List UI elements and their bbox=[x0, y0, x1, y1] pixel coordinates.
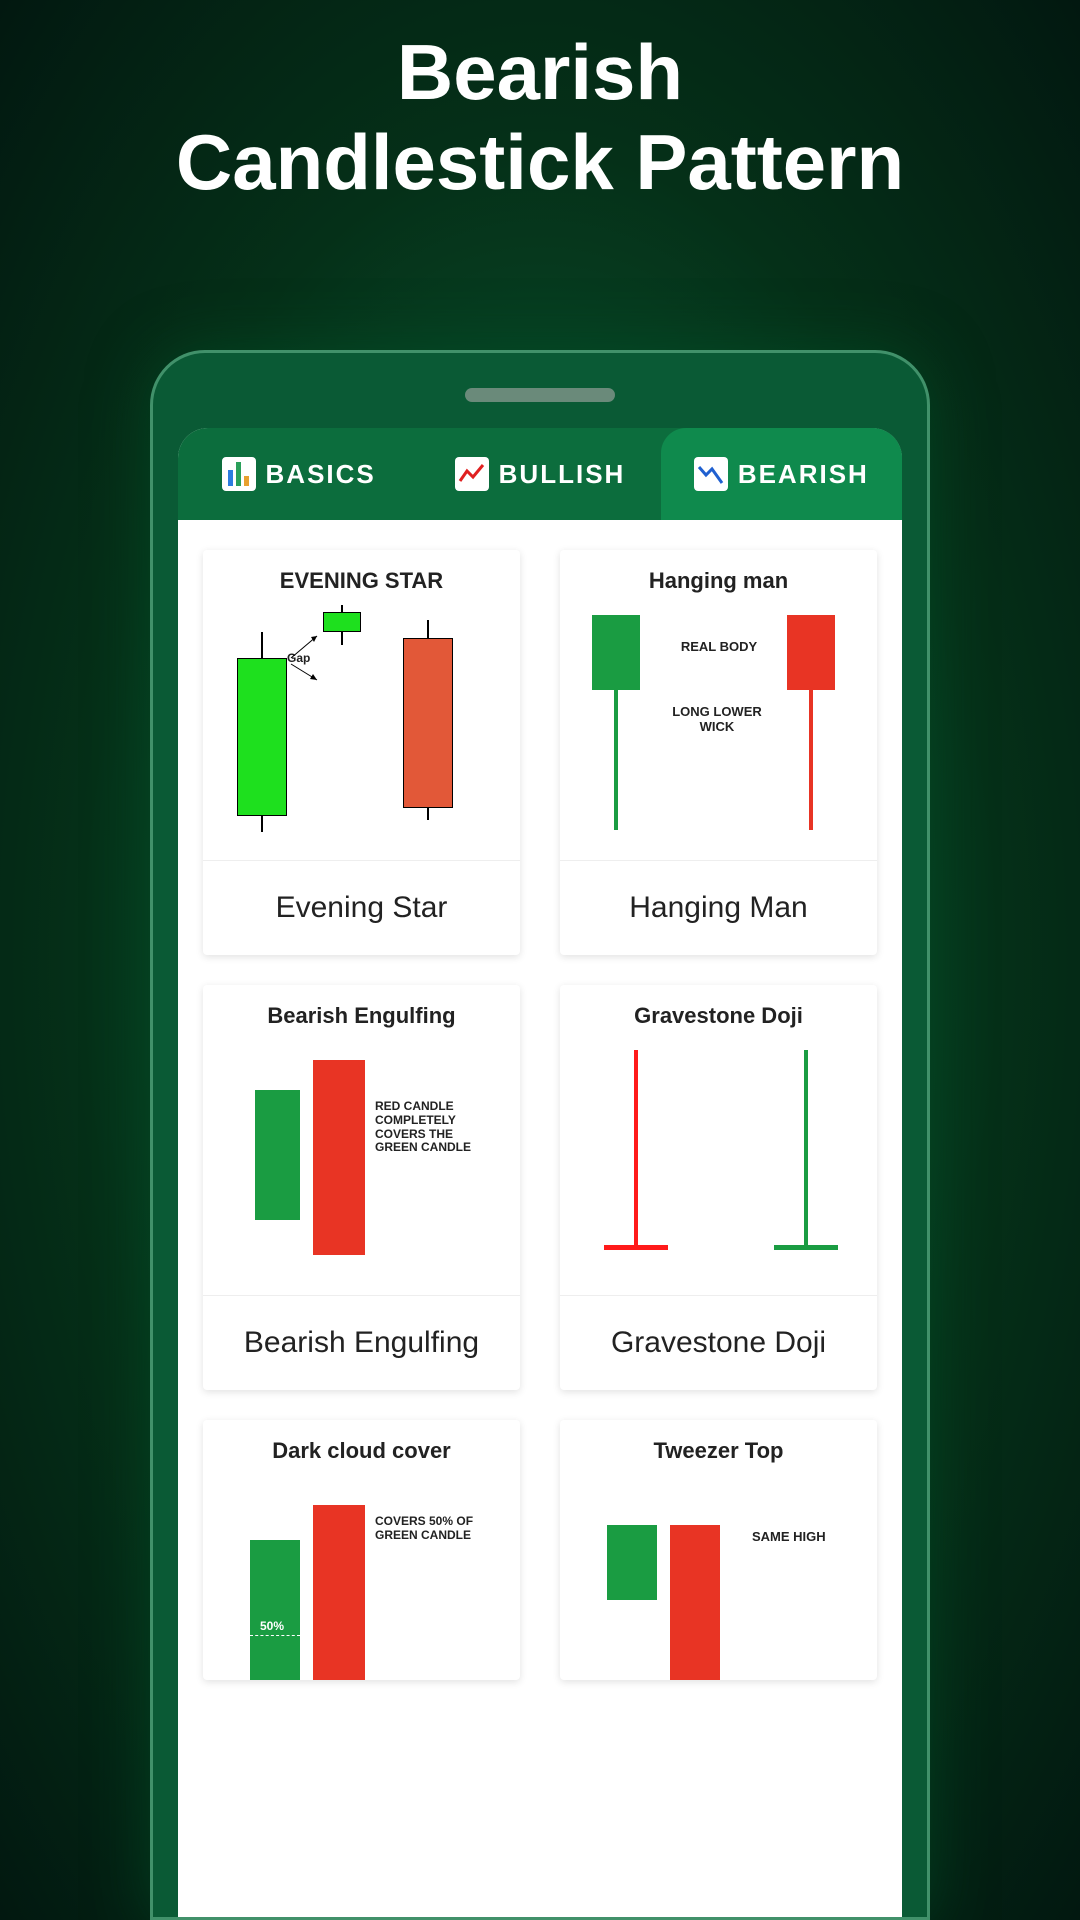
same-high-annotation: SAME HIGH bbox=[752, 1530, 826, 1545]
pattern-name: Evening Star bbox=[203, 860, 520, 955]
page-title-line2: Candlestick Pattern bbox=[176, 118, 904, 206]
pattern-name: Gravestone Doji bbox=[560, 1295, 877, 1390]
bar-chart-icon bbox=[222, 457, 256, 491]
pattern-grid: EVENING STAR Gap Evening Star bbox=[178, 520, 902, 1710]
tab-bullish[interactable]: BULLISH bbox=[419, 428, 660, 520]
diagram-title: Dark cloud cover bbox=[215, 1438, 508, 1464]
pattern-card-gravestone-doji[interactable]: Gravestone Doji Gravestone Doji bbox=[560, 985, 877, 1390]
pattern-diagram: EVENING STAR Gap bbox=[203, 550, 520, 860]
pattern-diagram: Dark cloud cover COVERS 50% OF GREEN CAN… bbox=[203, 1420, 520, 1680]
diagram-title: EVENING STAR bbox=[215, 568, 508, 594]
cover-annotation: COVERS 50% OF GREEN CANDLE bbox=[375, 1515, 490, 1543]
phone-screen: BASICS BULLISH BEARISH EVENING STAR bbox=[178, 428, 902, 1917]
pattern-diagram: Bearish Engulfing RED CANDLE COMPLETELY … bbox=[203, 985, 520, 1295]
pattern-card-tweezer-top[interactable]: Tweezer Top SAME HIGH bbox=[560, 1420, 877, 1680]
diagram-title: Bearish Engulfing bbox=[215, 1003, 508, 1029]
page-title-line1: Bearish bbox=[397, 28, 683, 116]
pct-annotation: 50% bbox=[260, 1620, 284, 1634]
tab-label: BULLISH bbox=[499, 459, 626, 490]
wick-annotation: LONG LOWER WICK bbox=[657, 705, 777, 735]
tab-label: BASICS bbox=[266, 459, 376, 490]
diagram-title: Gravestone Doji bbox=[572, 1003, 865, 1029]
pattern-diagram: Hanging man REAL BODY LONG LOWER WICK bbox=[560, 550, 877, 860]
tab-bearish[interactable]: BEARISH bbox=[661, 428, 902, 520]
pattern-card-bearish-engulfing[interactable]: Bearish Engulfing RED CANDLE COMPLETELY … bbox=[203, 985, 520, 1390]
tab-basics[interactable]: BASICS bbox=[178, 428, 419, 520]
page-title: Bearish Candlestick Pattern bbox=[0, 0, 1080, 207]
pattern-card-evening-star[interactable]: EVENING STAR Gap Evening Star bbox=[203, 550, 520, 955]
line-up-icon bbox=[455, 457, 489, 491]
pattern-diagram: Tweezer Top SAME HIGH bbox=[560, 1420, 877, 1680]
engulfing-annotation: RED CANDLE COMPLETELY COVERS THE GREEN C… bbox=[375, 1100, 485, 1155]
real-body-annotation: REAL BODY bbox=[664, 640, 774, 655]
phone-mockup: BASICS BULLISH BEARISH EVENING STAR bbox=[150, 350, 930, 1920]
phone-speaker bbox=[465, 388, 615, 402]
tab-label: BEARISH bbox=[738, 459, 869, 490]
line-down-icon bbox=[694, 457, 728, 491]
diagram-title: Hanging man bbox=[572, 568, 865, 594]
tab-bar: BASICS BULLISH BEARISH bbox=[178, 428, 902, 520]
pattern-diagram: Gravestone Doji bbox=[560, 985, 877, 1295]
pattern-card-dark-cloud-cover[interactable]: Dark cloud cover COVERS 50% OF GREEN CAN… bbox=[203, 1420, 520, 1680]
pattern-name: Bearish Engulfing bbox=[203, 1295, 520, 1390]
pattern-card-hanging-man[interactable]: Hanging man REAL BODY LONG LOWER WICK Ha… bbox=[560, 550, 877, 955]
diagram-title: Tweezer Top bbox=[572, 1438, 865, 1464]
pattern-name: Hanging Man bbox=[560, 860, 877, 955]
